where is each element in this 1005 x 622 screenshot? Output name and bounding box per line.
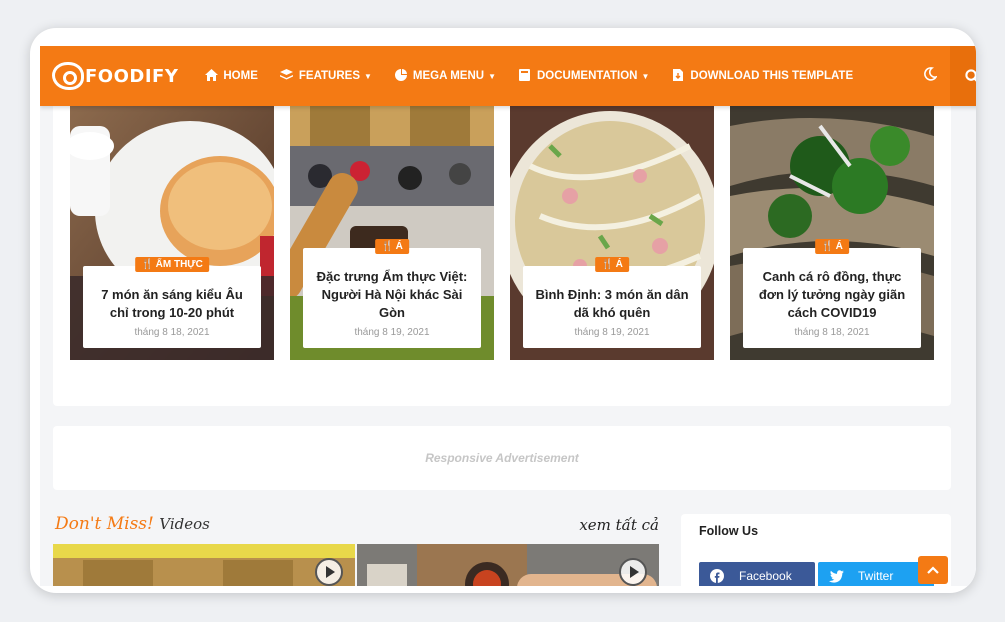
browser-frame: FOODIFY HOME FEATURES ▼ MEGA MENU ▼ DOCU…: [30, 28, 976, 593]
facebook-button[interactable]: Facebook: [699, 562, 815, 586]
section-title: Don't Miss! Videos: [55, 514, 210, 534]
category-label: Á: [615, 259, 623, 270]
facebook-label: Facebook: [739, 569, 792, 583]
back-to-top-button[interactable]: [918, 556, 948, 584]
follow-us-widget: Follow Us Facebook Twitter: [681, 514, 951, 586]
facebook-icon: [709, 568, 725, 584]
category-badge[interactable]: 🍴 Á: [595, 257, 629, 272]
menu-item-home[interactable]: HOME: [204, 46, 258, 106]
fork-knife-icon: 🍴: [141, 259, 154, 270]
post-date: tháng 8 19, 2021: [354, 327, 430, 338]
twitter-icon: [828, 568, 844, 584]
featured-card[interactable]: 🍴 Á Đặc trưng Ẩm thực Việt: Người Hà Nội …: [290, 106, 494, 360]
card-content: 🍴 Á Bình Định: 3 món ăn dân dã khó quên t…: [523, 257, 701, 348]
play-icon[interactable]: [619, 558, 647, 586]
search-button[interactable]: [950, 46, 976, 106]
play-icon[interactable]: [315, 558, 343, 586]
search-icon: [964, 68, 976, 82]
chevron-down-icon: ▼: [364, 71, 372, 81]
logo-text: FOODIFY: [85, 65, 179, 87]
section-title-sub: Videos: [159, 515, 210, 533]
nav-right: [910, 46, 976, 106]
chevron-up-icon: [927, 566, 939, 574]
layers-icon: [280, 68, 294, 84]
dark-mode-toggle[interactable]: [910, 67, 950, 85]
menu-label-download: DOWNLOAD THIS TEMPLATE: [690, 70, 854, 82]
moon-icon: [924, 67, 938, 81]
post-title[interactable]: 7 món ăn sáng kiểu Âu chỉ trong 10-20 ph…: [93, 286, 251, 322]
menu-item-mega-menu[interactable]: MEGA MENU ▼: [394, 46, 496, 106]
file-download-icon: [671, 68, 685, 84]
advertisement: Responsive Advertisement: [53, 426, 951, 490]
card-content: 🍴 ẨM THỰC 7 món ăn sáng kiểu Âu chỉ trong…: [83, 257, 261, 348]
book-icon: [518, 68, 532, 84]
fork-knife-icon: 🍴: [821, 241, 834, 252]
menu-label-documentation: DOCUMENTATION: [536, 70, 638, 82]
post-title[interactable]: Đặc trưng Ẩm thực Việt: Người Hà Nội khá…: [313, 268, 471, 322]
post-date: tháng 8 18, 2021: [134, 327, 210, 338]
card-content: 🍴 Á Canh cá rô đồng, thực đơn lý tưởng ng…: [743, 239, 921, 348]
post-date: tháng 8 18, 2021: [794, 327, 870, 338]
category-label: ẨM THỰC: [155, 259, 203, 270]
menu-label-home: HOME: [223, 70, 258, 82]
home-icon: [204, 68, 218, 84]
chevron-down-icon: ▼: [641, 71, 650, 81]
navbar: FOODIFY HOME FEATURES ▼ MEGA MENU ▼ DOCU…: [40, 46, 976, 106]
dont-miss-header: Don't Miss! Videos xem tất cả: [53, 510, 659, 540]
featured-card[interactable]: 🍴 Á Bình Định: 3 món ăn dân dã khó quên t…: [510, 106, 714, 360]
fork-knife-icon: 🍴: [381, 241, 394, 252]
video-card[interactable]: [53, 544, 355, 586]
menu-item-download[interactable]: DOWNLOAD THIS TEMPLATE: [671, 46, 853, 106]
menu-label-features: FEATURES: [298, 70, 360, 82]
post-date: tháng 8 19, 2021: [574, 327, 650, 338]
category-badge[interactable]: 🍴 ẨM THỰC: [135, 257, 209, 272]
card-content: 🍴 Á Đặc trưng Ẩm thực Việt: Người Hà Nội …: [303, 239, 481, 348]
pie-icon: [394, 68, 408, 84]
page-viewport: FOODIFY HOME FEATURES ▼ MEGA MENU ▼ DOCU…: [40, 46, 976, 586]
featured-card[interactable]: 🍴 ẨM THỰC 7 món ăn sáng kiểu Âu chỉ trong…: [70, 106, 274, 360]
post-title[interactable]: Canh cá rô đồng, thực đơn lý tưởng ngày …: [753, 268, 911, 322]
chevron-down-icon: ▼: [488, 71, 496, 81]
section-title-main: Don't Miss!: [55, 514, 154, 534]
main-menu: HOME FEATURES ▼ MEGA MENU ▼ DOCUMENTATIO…: [204, 46, 875, 106]
featured-card[interactable]: 🍴 Á Canh cá rô đồng, thực đơn lý tưởng ng…: [730, 106, 934, 360]
video-thumbnail: [357, 544, 659, 586]
twitter-button[interactable]: Twitter: [818, 562, 934, 586]
ad-label: Responsive Advertisement: [425, 451, 579, 465]
widget-title: Follow Us: [699, 524, 759, 538]
fork-knife-icon: 🍴: [601, 259, 614, 270]
category-label: Á: [395, 241, 403, 252]
twitter-label: Twitter: [858, 569, 894, 583]
video-card[interactable]: [357, 544, 659, 586]
video-thumbnail: [53, 544, 355, 586]
category-badge[interactable]: 🍴 Á: [375, 239, 409, 254]
logo[interactable]: FOODIFY: [52, 46, 178, 106]
menu-item-documentation[interactable]: DOCUMENTATION ▼: [518, 46, 649, 106]
view-all-link[interactable]: xem tất cả: [579, 516, 659, 534]
category-badge[interactable]: 🍴 Á: [815, 239, 849, 254]
logo-icon: [52, 62, 84, 90]
post-title[interactable]: Bình Định: 3 món ăn dân dã khó quên: [533, 286, 691, 322]
menu-item-features[interactable]: FEATURES ▼: [280, 46, 372, 106]
featured-posts: 🍴 ẨM THỰC 7 món ăn sáng kiểu Âu chỉ trong…: [53, 92, 951, 406]
menu-label-mega-menu: MEGA MENU: [412, 70, 485, 82]
category-label: Á: [835, 241, 843, 252]
